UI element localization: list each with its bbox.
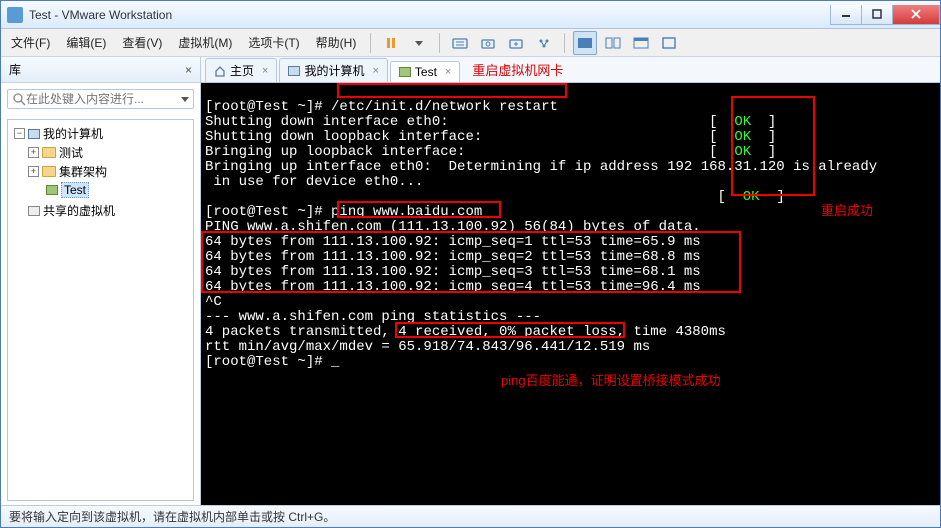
view-unity-button[interactable] [629,31,653,55]
menu-view[interactable]: 查看(V) [116,31,168,54]
tree-folder-cluster[interactable]: +集群架构 [24,162,191,181]
ok-status: OK [734,129,751,145]
collapse-icon[interactable]: − [14,128,25,139]
ok-status: OK [743,189,760,205]
snapshot-manager-button[interactable] [532,31,556,55]
tabs-bar: 主页× 我的计算机× Test× 重启虚拟机网卡 [201,57,940,83]
term-line: --- www.a.shifen.com ping statistics --- [205,309,541,325]
cursor: _ [331,354,339,370]
send-ctrl-alt-del-button[interactable] [448,31,472,55]
ok-status: OK [734,114,751,130]
tree-vm-test[interactable]: Test [42,181,191,199]
expand-icon[interactable]: + [28,147,39,158]
tab-home[interactable]: 主页× [205,58,277,82]
menu-help[interactable]: 帮助(H) [310,31,363,54]
maximize-button[interactable] [861,5,893,25]
vm-console[interactable]: [root@Test ~]# /etc/init.d/network resta… [201,83,940,505]
library-close-button[interactable]: × [185,63,192,77]
fullscreen-button[interactable] [657,31,681,55]
term-line: in use for device eth0... [205,174,423,190]
folder-icon [42,166,56,177]
library-search-input[interactable] [26,92,181,106]
annotation-box-cmd-restart [337,83,567,98]
ping-reply: 64 bytes from 111.13.100.92: icmp_seq=2 … [205,249,701,265]
computer-icon [28,129,40,139]
tree-shared-vms[interactable]: 共享的虚拟机 [10,201,191,220]
ok-status: OK [734,144,751,160]
view-console-button[interactable] [573,31,597,55]
app-icon [7,7,23,23]
pause-button[interactable] [379,31,403,55]
tab-close-icon[interactable]: × [372,65,378,77]
view-thumbnail-button[interactable] [601,31,625,55]
menubar: 文件(F) 编辑(E) 查看(V) 虚拟机(M) 选项卡(T) 帮助(H) [1,29,940,57]
annotation-restart-nic: 重启虚拟机网卡 [472,60,563,79]
tab-my-computer[interactable]: 我的计算机× [279,58,387,82]
term-line: Shutting down loopback interface: [205,129,482,145]
computer-icon [288,66,300,76]
revert-snapshot-button[interactable] [504,31,528,55]
search-dropdown-icon[interactable] [181,95,189,103]
vm-running-icon [399,67,411,77]
ping-reply: 64 bytes from 111.13.100.92: icmp_seq=3 … [205,264,701,280]
term-line: 4 packets transmitted, [205,324,398,340]
annotation-ping-ok: ping百度能通，证明设置桥接模式成功 [501,373,721,388]
prompt: [root@Test ~]# [205,354,331,370]
term-line: Shutting down interface eth0: [205,114,449,130]
power-dropdown[interactable] [407,31,431,55]
statusbar: 要将输入定向到该虚拟机，请在虚拟机内部单击或按 Ctrl+G。 [1,505,940,527]
term-line: rtt min/avg/max/mdev = 65.918/74.843/96.… [205,339,650,355]
status-text: 要将输入定向到该虚拟机，请在虚拟机内部单击或按 Ctrl+G。 [9,508,335,525]
prompt: [root@Test ~]# [205,99,331,115]
cmd-network-restart: /etc/init.d/network restart [331,99,558,115]
library-title: 库 [9,61,21,78]
tree-folder-test-cn[interactable]: +测试 [24,143,191,162]
menu-edit[interactable]: 编辑(E) [60,31,112,54]
term-line: PING www.a.shifen.com (111.13.100.92) 56… [205,219,701,235]
menu-tabs[interactable]: 选项卡(T) [242,31,305,54]
term-line: Bringing up interface eth0: Determining … [205,159,692,175]
tree-root-my-computer[interactable]: −我的计算机 [10,124,191,143]
tab-test[interactable]: Test× [390,61,460,82]
window-controls [831,5,940,25]
tab-close-icon[interactable]: × [262,65,268,77]
shared-vms-icon [28,206,40,216]
toolbar-separator-2 [439,33,440,53]
ping-reply: 64 bytes from 111.13.100.92: icmp_seq=1 … [205,234,701,250]
window-titlebar: Test - VMware Workstation [1,1,940,29]
menu-vm[interactable]: 虚拟机(M) [172,31,238,54]
toolbar-separator [370,33,371,53]
library-search[interactable] [7,89,194,109]
term-line: ^C [205,294,222,310]
toolbar-separator-3 [564,33,565,53]
main-area: 主页× 我的计算机× Test× 重启虚拟机网卡 [root@Test ~]# … [201,57,940,505]
expand-icon[interactable]: + [28,166,39,177]
folder-icon [42,147,56,158]
search-icon [12,92,26,106]
menu-file[interactable]: 文件(F) [5,31,56,54]
close-button[interactable] [892,5,940,25]
tab-close-icon[interactable]: × [445,66,451,78]
window-title: Test - VMware Workstation [29,8,831,22]
cmd-ping: ping www.baidu.com [331,204,482,220]
annotation-restart-ok: 重启成功 [821,203,873,218]
library-tree: −我的计算机 +测试 +集群架构 Test 共享的虚拟机 [7,119,194,501]
library-header: 库 × [1,57,200,83]
home-icon [214,65,226,77]
library-panel: 库 × −我的计算机 +测试 +集群架构 Test 共享的虚拟机 [1,57,201,505]
term-line: Bringing up loopback interface: [205,144,465,160]
prompt: [root@Test ~]# [205,204,331,220]
vm-running-icon [46,185,58,195]
ping-reply: 64 bytes from 111.13.100.92: icmp_seq=4 … [205,279,701,295]
minimize-button[interactable] [830,5,862,25]
snapshot-button[interactable] [476,31,500,55]
